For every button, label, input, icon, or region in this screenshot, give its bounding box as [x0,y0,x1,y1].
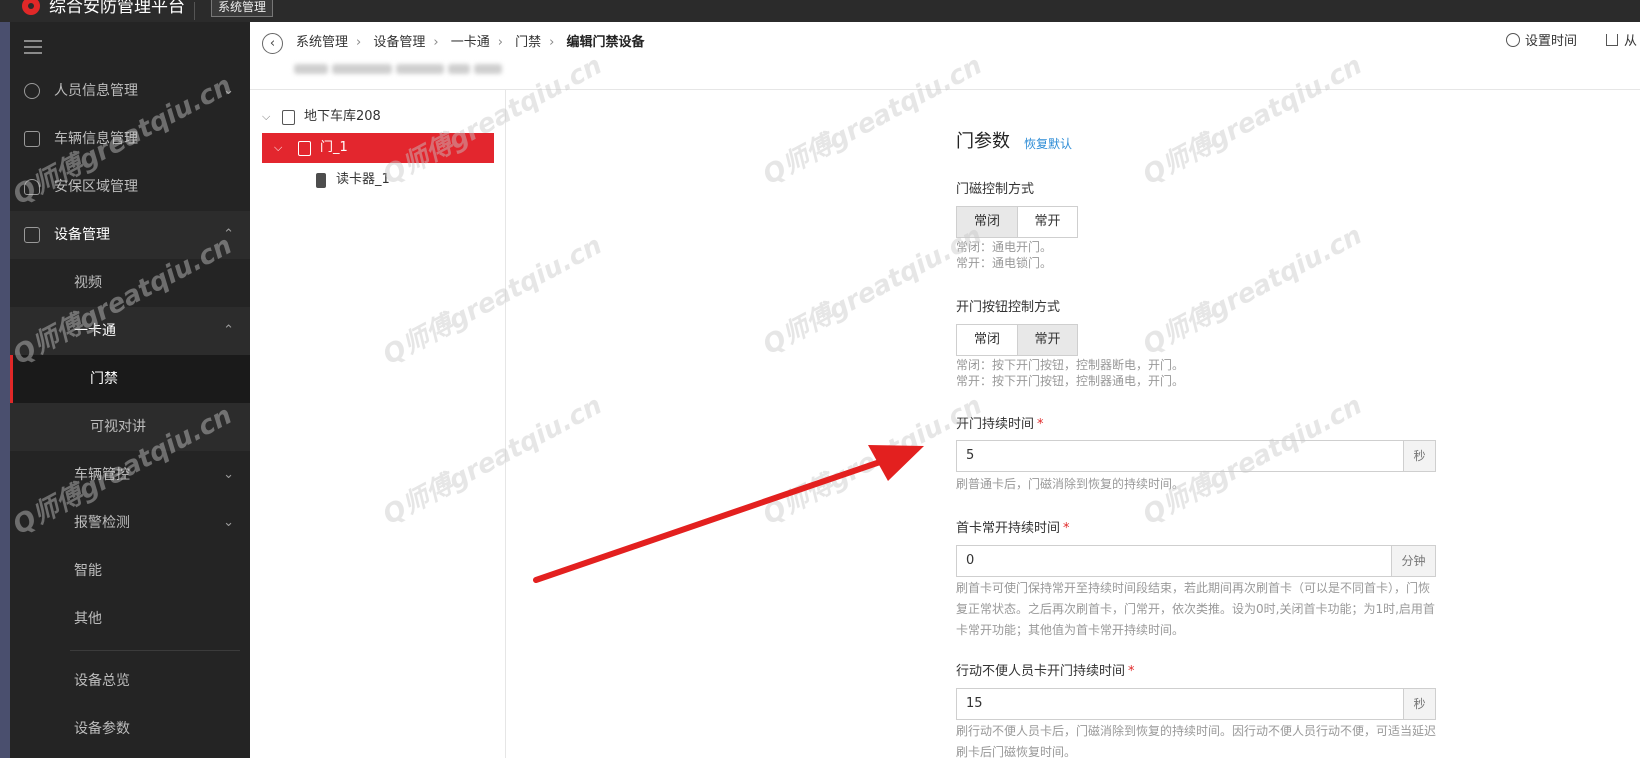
page-header: ‹ 系统管理 › 设备管理 › 一卡通 › 门禁 › 编辑门禁设备 设置时间 从 [250,22,1640,90]
logo-icon [22,0,40,15]
breadcrumb-item[interactable]: 一卡通 [451,34,490,52]
sidebar-item-video-intercom[interactable]: 可视对讲 [10,403,250,451]
sidebar-item-person-info[interactable]: 人员信息管理 ⌄ [10,67,250,115]
sidebar-item-device-management[interactable]: 设备管理 ⌃ [10,211,250,259]
chevron-down-icon[interactable]: ⌵ [262,102,270,132]
sidebar-item-device-overview[interactable]: 设备总览 [10,657,250,705]
chevron-down-icon: ⌄ [223,83,234,98]
open-duration-label: 开门持续时间 * [956,417,1044,432]
open-duration-value[interactable]: 5 [957,441,1403,471]
set-time-button[interactable]: 设置时间 [1506,33,1577,51]
tree-node-door[interactable]: ⌵ 门_1 [262,133,494,163]
disabled-card-label: 行动不便人员卡开门持续时间 * [956,664,1135,679]
sidebar-divider [70,650,240,651]
button-normally-open-option[interactable]: 常开 [1017,325,1077,355]
disabled-card-duration-input[interactable]: 15 秒 [956,688,1436,720]
export-button[interactable]: 从 [1606,33,1637,51]
first-card-duration-unit: 分钟 [1391,546,1435,576]
disabled-card-duration-unit: 秒 [1403,689,1435,719]
first-card-help: 刷首卡可使门保持常开至持续时间段结束，若此期间再次刷首卡（可以是不同首卡），门恢… [956,581,1435,637]
sidebar-item-other[interactable]: 其他 [10,595,250,643]
button-help-closed: 常闭：按下开门按钮，控制器断电，开门。 [956,358,1185,372]
sidebar-item-label: 设备总览 [74,673,130,689]
magnetic-normally-open-option[interactable]: 常开 [1017,207,1077,237]
sidebar-item-label: 车辆信息管理 [54,131,138,147]
app-title: 综合安防管理平台 [49,0,185,17]
title-divider [194,2,195,20]
sidebar-item-smart[interactable]: 智能 [10,547,250,595]
sidebar-item-alarm-detection[interactable]: 报警检测 ⌄ [10,499,250,547]
building-icon [282,110,295,125]
system-management-tab[interactable]: 系统管理 [211,0,274,17]
sidebar-item-label: 报警检测 [74,515,130,531]
watermark: Q师傅greatqiu.cn [1138,220,1367,361]
first-card-label: 首卡常开持续时间 * [956,521,1070,536]
sidebar-item-vehicle-info[interactable]: 车辆信息管理 [10,115,250,163]
disabled-card-duration-value[interactable]: 15 [957,689,1403,719]
export-icon [1606,34,1618,46]
clock-icon [1506,33,1520,47]
sidebar-item-device-params[interactable]: 设备参数 [10,705,250,753]
top-bar: 综合安防管理平台 系统管理 [0,0,1640,22]
button-control-toggle: 常闭 常开 [956,324,1078,356]
shield-icon [24,179,40,195]
open-duration-help: 刷普通卡后，门磁消除到恢复的持续时间。 [956,477,1185,491]
window-edge [0,22,10,758]
magnetic-help-open: 常开：通电锁门。 [956,256,1053,270]
chevron-up-icon: ⌃ [223,323,234,338]
sidebar-item-label: 设备管理 [54,227,110,243]
door-icon [298,141,311,156]
first-card-duration-value[interactable]: 0 [957,546,1391,576]
car-icon [24,131,40,147]
sidebar-item-vehicle-control[interactable]: 车辆管控 ⌄ [10,451,250,499]
breadcrumb: 系统管理 › 设备管理 › 一卡通 › 门禁 › 编辑门禁设备 [296,34,645,52]
tree-node-reader[interactable]: 读卡器_1 [250,165,506,195]
magnetic-normally-closed-option[interactable]: 常闭 [957,207,1017,237]
button-control-label: 开门按钮控制方式 [956,300,1061,315]
sidebar-item-one-card[interactable]: 一卡通 ⌃ [10,307,250,355]
device-icon [24,227,40,243]
card-reader-icon [316,173,326,188]
device-tree: ⌵ 地下车库208 ⌵ 门_1 读卡器_1 [250,90,506,758]
sidebar-item-label: 门禁 [90,371,118,387]
back-button[interactable]: ‹ [262,33,283,54]
person-icon [24,83,40,99]
menu-toggle-icon[interactable] [24,40,42,54]
magnetic-help-closed: 常闭：通电开门。 [956,240,1053,254]
sidebar-item-label: 智能 [74,563,102,579]
watermark: Q师傅greatqiu.cn [758,390,987,531]
blurred-device-info [294,62,514,76]
sidebar-item-access-control[interactable]: 门禁 [10,355,250,403]
chevron-down-icon: ⌄ [223,515,234,530]
button-help-open: 常开：按下开门按钮，控制器通电，开门。 [956,374,1185,388]
sidebar-item-label: 一卡通 [74,323,116,339]
breadcrumb-current: 编辑门禁设备 [566,35,645,50]
sidebar-item-label: 安保区域管理 [54,179,138,195]
magnetic-control-toggle: 常闭 常开 [956,206,1078,238]
open-duration-input[interactable]: 5 秒 [956,440,1436,472]
tree-node-root[interactable]: ⌵ 地下车库208 [250,102,506,132]
first-card-duration-input[interactable]: 0 分钟 [956,545,1436,577]
form-title: 门参数 [956,131,1010,152]
chevron-up-icon: ⌃ [223,227,234,242]
watermark: Q师傅greatqiu.cn [758,220,987,361]
breadcrumb-item[interactable]: 门禁 [515,34,541,52]
sidebar-item-label: 车辆管控 [74,467,130,483]
button-normally-closed-option[interactable]: 常闭 [957,325,1017,355]
sidebar-item-label: 可视对讲 [90,419,146,435]
magnetic-control-label: 门磁控制方式 [956,182,1035,197]
sidebar-item-label: 设备参数 [74,721,130,737]
sidebar-item-video[interactable]: 视频 [10,259,250,307]
sidebar-item-label: 其他 [74,611,102,627]
breadcrumb-item[interactable]: 设备管理 [373,34,425,52]
disabled-card-help: 刷行动不便人员卡后，门磁消除到恢复的持续时间。因行动不便人员行动不便，可适当延迟… [956,724,1437,759]
reset-default-link[interactable]: 恢复默认 [1024,135,1072,153]
sidebar-item-label: 视频 [74,275,102,291]
chevron-down-icon: ⌄ [223,467,234,482]
breadcrumb-item[interactable]: 系统管理 [296,34,348,52]
sidebar-item-security-area[interactable]: 安保区域管理 [10,163,250,211]
open-duration-unit: 秒 [1403,441,1435,471]
chevron-down-icon[interactable]: ⌵ [274,133,282,163]
sidebar-item-label: 人员信息管理 [54,83,138,99]
